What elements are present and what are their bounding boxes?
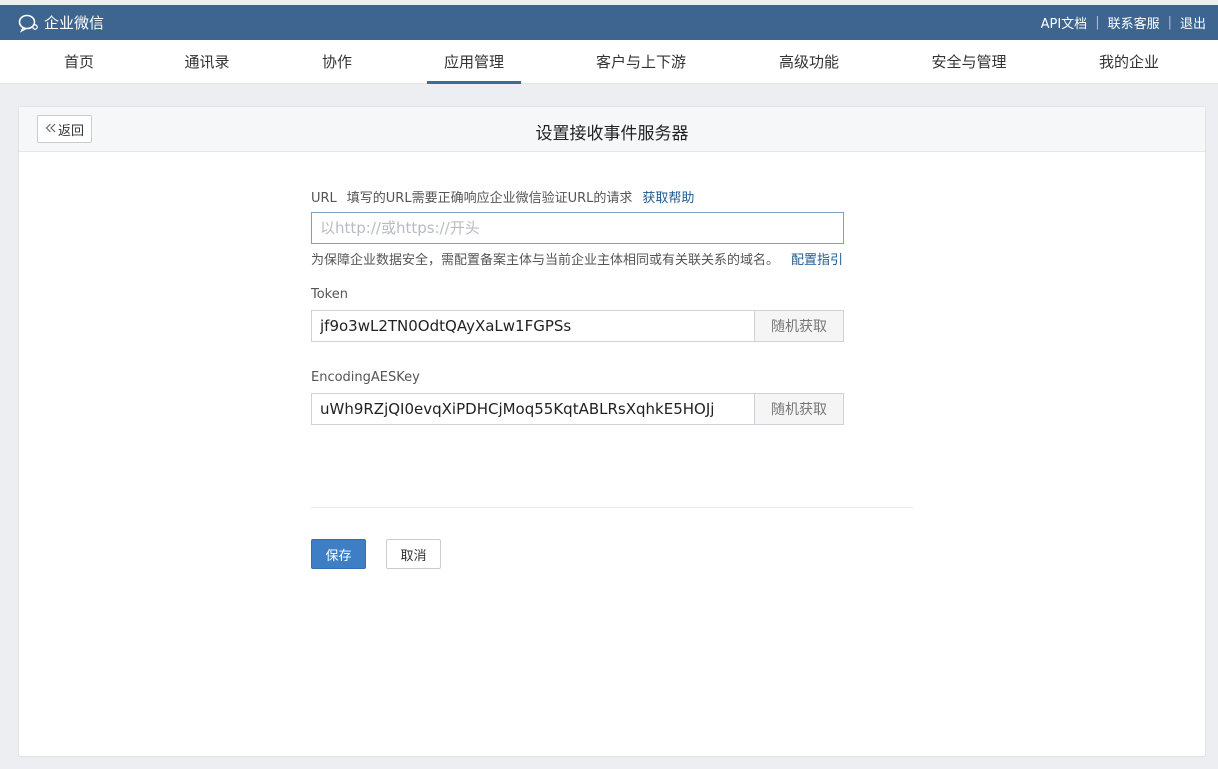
url-hint: 填写的URL需要正确响应企业微信验证URL的请求 bbox=[346, 191, 633, 206]
logout-link[interactable]: 退出 bbox=[1180, 13, 1206, 32]
brand-logo[interactable]: 企业微信 bbox=[18, 12, 104, 33]
config-guide-link[interactable]: 配置指引 bbox=[791, 253, 843, 268]
tab-advanced[interactable]: 高级功能 bbox=[779, 40, 839, 84]
top-bar: 企业微信 API文档 | 联系客服 | 退出 bbox=[0, 5, 1218, 40]
form-divider bbox=[311, 507, 913, 508]
api-docs-link[interactable]: API文档 bbox=[1041, 13, 1088, 32]
tab-contacts[interactable]: 通讯录 bbox=[184, 40, 229, 84]
aes-key-input[interactable] bbox=[311, 393, 756, 425]
tab-home[interactable]: 首页 bbox=[64, 40, 94, 84]
token-random-button[interactable]: 随机获取 bbox=[754, 310, 844, 342]
tab-customers[interactable]: 客户与上下游 bbox=[596, 40, 686, 84]
wecom-logo-icon bbox=[18, 13, 40, 33]
tab-security[interactable]: 安全与管理 bbox=[931, 40, 1006, 84]
cancel-button[interactable]: 取消 bbox=[386, 539, 441, 569]
url-label: URL bbox=[311, 191, 337, 206]
contact-support-link[interactable]: 联系客服 bbox=[1108, 13, 1160, 32]
token-input[interactable] bbox=[311, 310, 756, 342]
get-help-link[interactable]: 获取帮助 bbox=[642, 191, 694, 206]
top-links: API文档 | 联系客服 | 退出 bbox=[1041, 13, 1206, 32]
token-label: Token bbox=[311, 287, 348, 302]
save-button[interactable]: 保存 bbox=[311, 539, 366, 569]
aes-key-random-button[interactable]: 随机获取 bbox=[754, 393, 844, 425]
page-title: 设置接收事件服务器 bbox=[535, 124, 689, 144]
tab-collaboration[interactable]: 协作 bbox=[322, 40, 352, 84]
url-input[interactable] bbox=[311, 212, 844, 244]
divider: | bbox=[1095, 15, 1100, 30]
brand-name: 企业微信 bbox=[44, 14, 105, 32]
main-nav: 首页 通讯录 协作 应用管理 客户与上下游 高级功能 安全与管理 我的企业 bbox=[0, 40, 1218, 84]
tab-my-enterprise[interactable]: 我的企业 bbox=[1099, 40, 1159, 84]
settings-panel: 返回 设置接收事件服务器 URL 填写的URL需要正确响应企业微信验证URL的请求… bbox=[18, 106, 1206, 757]
tab-app-management[interactable]: 应用管理 bbox=[426, 40, 522, 84]
divider: | bbox=[1167, 15, 1172, 30]
url-label-row: URL 填写的URL需要正确响应企业微信验证URL的请求 获取帮助 bbox=[311, 187, 694, 206]
aes-key-label: EncodingAESKey bbox=[311, 370, 420, 385]
url-note: 为保障企业数据安全，需配置备案主体与当前企业主体相同或有关联关系的域名。 bbox=[311, 253, 780, 268]
url-note-row: 为保障企业数据安全，需配置备案主体与当前企业主体相同或有关联关系的域名。 配置指引 bbox=[311, 249, 843, 268]
panel-header: 返回 设置接收事件服务器 bbox=[19, 107, 1205, 152]
